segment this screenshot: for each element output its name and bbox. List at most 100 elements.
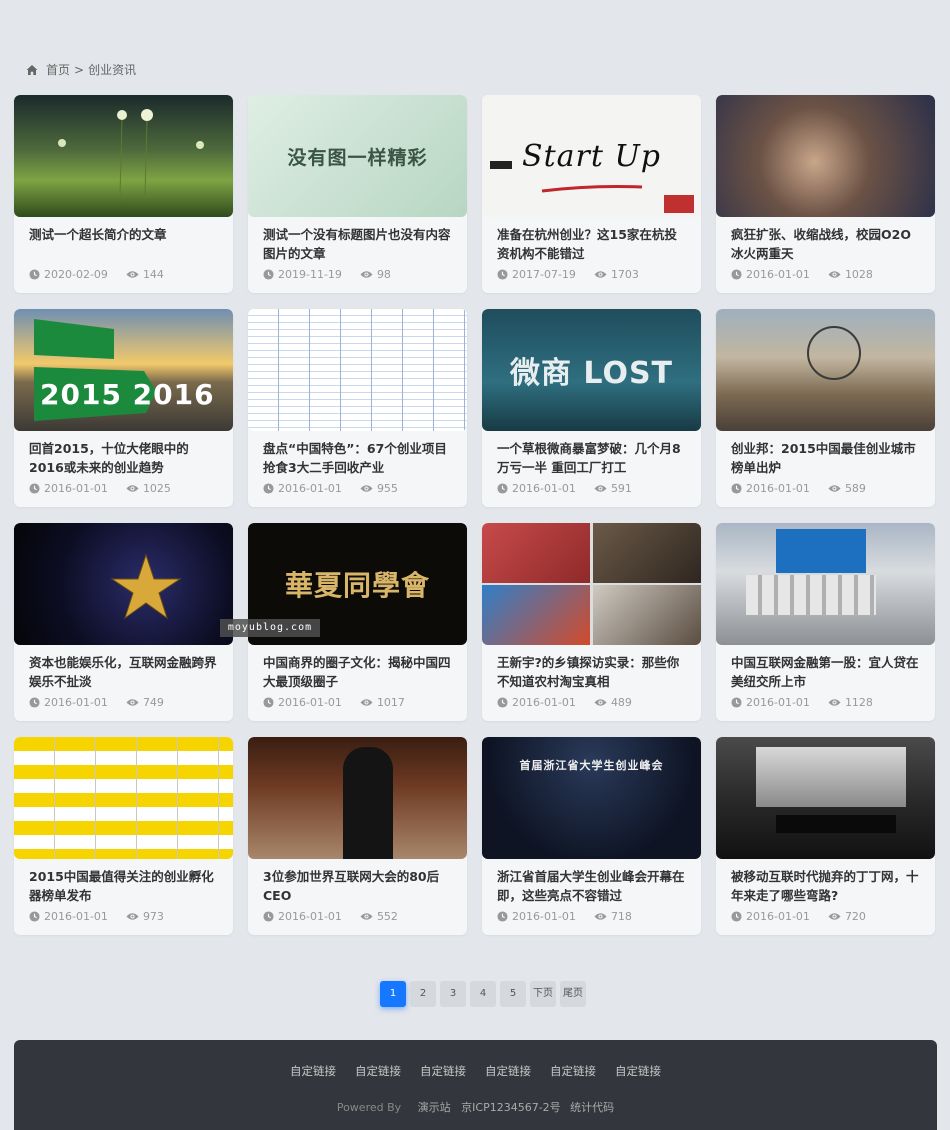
article-card[interactable]: 中国互联网金融第一股：宜人贷在美纽交所上市 2016-01-01 1128 [716, 523, 935, 721]
eye-icon [126, 913, 139, 920]
next-page-button[interactable]: 下页 [530, 981, 556, 1007]
article-card[interactable]: 王新宇?的乡镇探访实录：那些你不知道农村淘宝真相 2016-01-01 489 [482, 523, 701, 721]
clock-icon [497, 911, 508, 922]
breadcrumb-separator: > [74, 62, 85, 77]
article-title[interactable]: 中国商界的圈子文化：揭秘中国四大最顶级圈子 [263, 653, 453, 691]
article-date: 2016-01-01 [512, 910, 576, 923]
eye-icon [360, 699, 373, 706]
article-date: 2016-01-01 [746, 268, 810, 281]
article-thumbnail[interactable] [248, 737, 467, 859]
article-card[interactable]: Start Up 准备在杭州创业？这15家在杭投资机构不能错过 2017-07-… [482, 95, 701, 293]
page-button-5[interactable]: 5 [500, 981, 526, 1007]
article-title[interactable]: 盘点“中国特色”：67个创业项目抢食3大二手回收产业 [263, 439, 453, 477]
article-views: 1128 [844, 696, 873, 709]
article-title[interactable]: 中国互联网金融第一股：宜人贷在美纽交所上市 [731, 653, 921, 691]
article-thumbnail[interactable]: 没有图一样精彩 [248, 95, 467, 217]
article-card[interactable]: 盘点“中国特色”：67个创业项目抢食3大二手回收产业 2016-01-01 95… [248, 309, 467, 507]
article-thumbnail[interactable] [14, 95, 233, 217]
article-title[interactable]: 测试一个超长简介的文章 [29, 225, 219, 244]
eye-icon [360, 271, 373, 278]
breadcrumb-home-link[interactable]: 首页 [46, 61, 70, 78]
page-button-1[interactable]: 1 [380, 981, 406, 1007]
article-meta: 2016-01-01 718 [497, 910, 632, 923]
home-icon [26, 64, 38, 75]
article-card[interactable]: 创业邦：2015中国最佳创业城市榜单出炉 2016-01-01 589 [716, 309, 935, 507]
article-meta: 2016-01-01 1028 [731, 268, 873, 281]
clock-icon [731, 269, 742, 280]
article-thumbnail[interactable]: 2015 2016 [14, 309, 233, 431]
footer: 自定链接 自定链接 自定链接 自定链接 自定链接 自定链接 Powered By… [14, 1040, 937, 1130]
footer-link[interactable]: 自定链接 [355, 1063, 401, 1079]
article-card[interactable]: 3位参加世界互联网大会的80后CEO 2016-01-01 552 [248, 737, 467, 935]
article-card[interactable]: 测试一个超长简介的文章 2020-02-09 144 [14, 95, 233, 293]
article-meta: 2016-01-01 955 [263, 482, 398, 495]
article-date: 2020-02-09 [44, 268, 108, 281]
article-card[interactable]: 资本也能娱乐化，互联网金融跨界娱乐不扯淡 2016-01-01 749 [14, 523, 233, 721]
breadcrumb-current: 创业资讯 [88, 63, 137, 77]
article-meta: 2016-01-01 1017 [263, 696, 405, 709]
article-date: 2016-01-01 [278, 482, 342, 495]
article-title[interactable]: 准备在杭州创业？这15家在杭投资机构不能错过 [497, 225, 687, 263]
article-thumbnail[interactable] [716, 309, 935, 431]
page-button-4[interactable]: 4 [470, 981, 496, 1007]
article-title[interactable]: 被移动互联时代抛弃的丁丁网，十年来走了哪些弯路? [731, 867, 921, 905]
footer-link[interactable]: 自定链接 [550, 1063, 596, 1079]
article-title[interactable]: 3位参加世界互联网大会的80后CEO [263, 867, 453, 905]
article-card[interactable]: 微商 LOST 一个草根微商暴富梦破：几个月8万亏一半 重回工厂打工 2016-… [482, 309, 701, 507]
article-meta: 2019-11-19 98 [263, 268, 391, 281]
site-link[interactable]: 演示站 [418, 1101, 451, 1114]
article-date: 2019-11-19 [278, 268, 342, 281]
article-views: 1017 [376, 696, 405, 709]
clock-icon [497, 269, 508, 280]
eye-icon [126, 271, 139, 278]
article-card[interactable]: 被移动互联时代抛弃的丁丁网，十年来走了哪些弯路? 2016-01-01 720 [716, 737, 935, 935]
page-button-2[interactable]: 2 [410, 981, 436, 1007]
article-date: 2016-01-01 [512, 696, 576, 709]
article-date: 2016-01-01 [278, 910, 342, 923]
footer-link[interactable]: 自定链接 [290, 1063, 336, 1079]
article-meta: 2017-07-19 1703 [497, 268, 639, 281]
last-page-button[interactable]: 尾页 [560, 981, 586, 1007]
footer-link[interactable]: 自定链接 [420, 1063, 466, 1079]
eye-icon [828, 271, 841, 278]
article-title[interactable]: 回首2015，十位大佬眼中的2016或未来的创业趋势 [29, 439, 219, 477]
article-card[interactable]: 疯狂扩张、收缩战线，校园O2O冰火两重天 2016-01-01 1028 [716, 95, 935, 293]
article-title[interactable]: 资本也能娱乐化，互联网金融跨界娱乐不扯淡 [29, 653, 219, 691]
article-card[interactable]: 首届浙江省大学生创业峰会 浙江省首届大学生创业峰会开幕在即，这些亮点不容错过 2… [482, 737, 701, 935]
article-thumbnail[interactable] [482, 523, 701, 645]
article-card[interactable]: 2015中国最值得关注的创业孵化器榜单发布 2016-01-01 973 [14, 737, 233, 935]
article-title[interactable]: 浙江省首届大学生创业峰会开幕在即，这些亮点不容错过 [497, 867, 687, 905]
article-title[interactable]: 测试一个没有标题图片也没有内容图片的文章 [263, 225, 453, 263]
article-meta: 2016-01-01 749 [29, 696, 164, 709]
clock-icon [263, 697, 274, 708]
article-thumbnail[interactable] [716, 737, 935, 859]
article-thumbnail[interactable]: 微商 LOST [482, 309, 701, 431]
article-card[interactable]: 没有图一样精彩 测试一个没有标题图片也没有内容图片的文章 2019-11-19 … [248, 95, 467, 293]
article-thumbnail[interactable]: 首届浙江省大学生创业峰会 [482, 737, 701, 859]
article-thumbnail[interactable] [716, 523, 935, 645]
article-thumbnail[interactable] [14, 737, 233, 859]
page-button-3[interactable]: 3 [440, 981, 466, 1007]
footer-link[interactable]: 自定链接 [615, 1063, 661, 1079]
powered-by-text: Powered By [336, 1101, 402, 1114]
article-date: 2016-01-01 [746, 910, 810, 923]
eye-icon [360, 485, 373, 492]
article-meta: 2016-01-01 552 [263, 910, 398, 923]
article-title[interactable]: 一个草根微商暴富梦破：几个月8万亏一半 重回工厂打工 [497, 439, 687, 477]
article-title[interactable]: 2015中国最值得关注的创业孵化器榜单发布 [29, 867, 219, 905]
article-thumbnail[interactable] [248, 309, 467, 431]
article-card[interactable]: 2015 2016 回首2015，十位大佬眼中的2016或未来的创业趋势 201… [14, 309, 233, 507]
icp-link[interactable]: 京ICP1234567-2号 [461, 1101, 561, 1114]
clock-icon [731, 697, 742, 708]
article-title[interactable]: 创业邦：2015中国最佳创业城市榜单出炉 [731, 439, 921, 477]
watermark: moyublog.com [220, 619, 320, 637]
article-thumbnail[interactable] [716, 95, 935, 217]
article-title[interactable]: 王新宇?的乡镇探访实录：那些你不知道农村淘宝真相 [497, 653, 687, 691]
article-views: 955 [376, 482, 398, 495]
article-date: 2016-01-01 [746, 482, 810, 495]
footer-link[interactable]: 自定链接 [485, 1063, 531, 1079]
article-thumbnail[interactable]: Start Up [482, 95, 701, 217]
thumbnail-caption: 没有图一样精彩 [287, 146, 428, 169]
article-thumbnail[interactable] [14, 523, 233, 645]
article-title[interactable]: 疯狂扩张、收缩战线，校园O2O冰火两重天 [731, 225, 921, 263]
